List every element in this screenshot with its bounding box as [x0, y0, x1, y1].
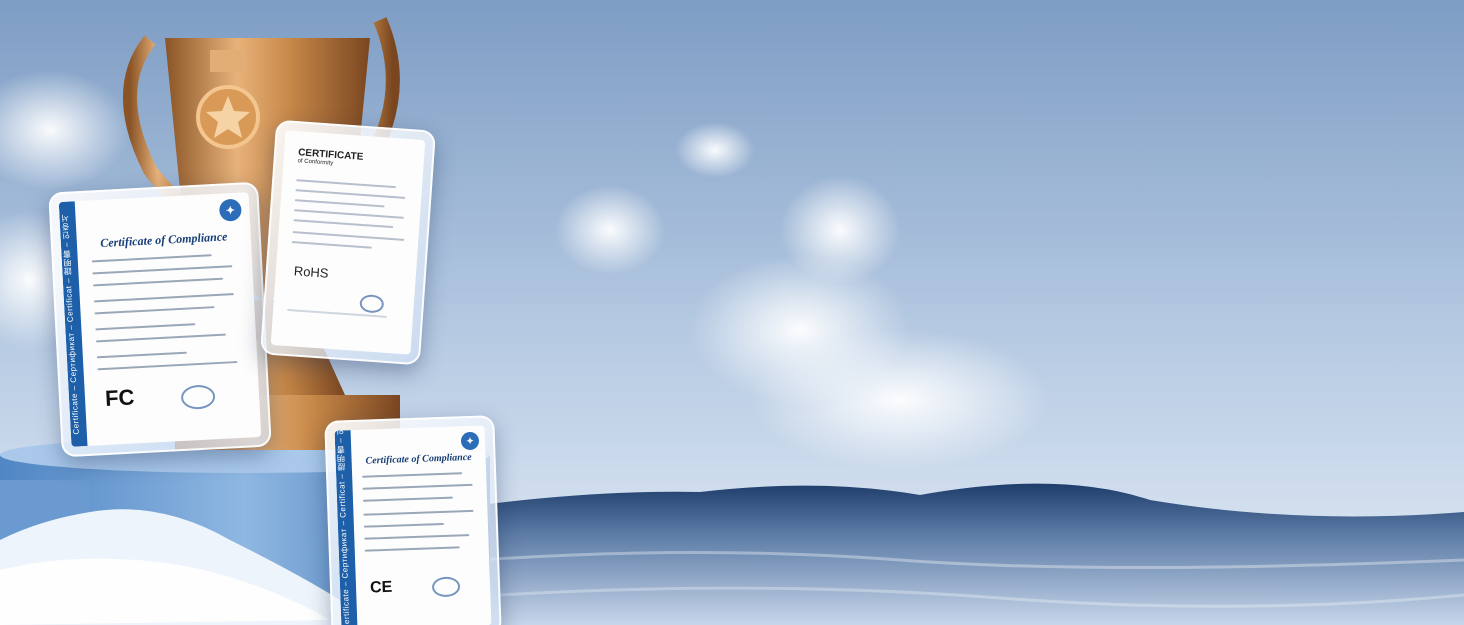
- fcc-certificate: Certificate – Сертификат – Certificat – …: [48, 181, 272, 458]
- rohs-mark: RoHS: [293, 263, 330, 281]
- certificate-side-band: Certificate – Сертификат – Certificat – …: [334, 430, 358, 625]
- fcc-certificate-title: Certificate of Compliance: [99, 229, 228, 251]
- fcc-mark: FC: [104, 384, 136, 411]
- rohs-certificate: CERTIFICATE of Conformity RoHS: [259, 119, 437, 366]
- ce-mark: CE: [369, 578, 393, 597]
- seal-icon: [359, 293, 385, 314]
- ce-certificate: Certificate – Сертификат – Certificat – …: [324, 415, 502, 625]
- certifier-logo-icon: ✦: [460, 431, 480, 451]
- ce-certificate-title: Certificate of Compliance: [365, 451, 472, 467]
- hero-banner: Certificate – Сертификат – Certificat – …: [0, 0, 1464, 625]
- seal-icon: [180, 384, 216, 410]
- seal-icon: [431, 576, 461, 598]
- certifier-logo-icon: ✦: [218, 198, 242, 222]
